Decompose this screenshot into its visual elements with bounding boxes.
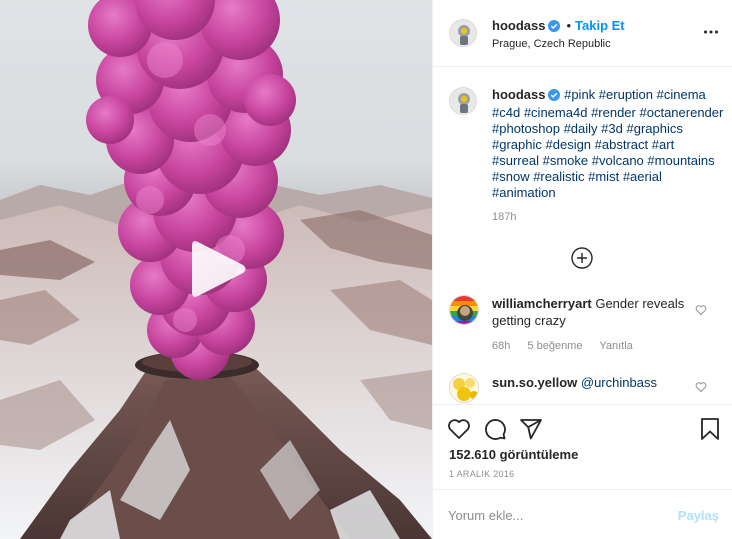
verified-badge-icon (548, 20, 561, 35)
author-username[interactable]: hoodass (492, 18, 545, 33)
heart-icon[interactable] (447, 417, 471, 444)
comment-username[interactable]: sun.so.yellow (492, 375, 577, 390)
hashtag-link[interactable]: #cinema4d (524, 105, 588, 120)
comment-composer: Paylaş (433, 489, 732, 539)
hashtag-link[interactable]: #snow (492, 169, 530, 184)
more-options-icon[interactable] (703, 24, 719, 43)
view-count[interactable]: 152.610 görüntüleme (449, 447, 578, 462)
verified-badge-icon (548, 89, 561, 105)
play-icon[interactable] (190, 238, 248, 300)
hashtag-link[interactable]: #daily (564, 121, 598, 136)
commenter-avatar[interactable] (449, 373, 479, 403)
comment-like-heart-icon[interactable] (695, 304, 707, 319)
comment-meta: 68h 5 beğenme Yanıtla (492, 340, 647, 352)
comment-mention[interactable]: @urchinbass (581, 375, 657, 390)
hashtag-link[interactable]: #art (652, 137, 674, 152)
reply-button[interactable]: Yanıtla (599, 340, 632, 352)
hashtag-link[interactable]: #3d (601, 121, 623, 136)
hashtag-link[interactable]: #animation (492, 185, 556, 200)
comment-time[interactable]: 68h (492, 340, 510, 352)
hashtag-link[interactable]: #volcano (592, 153, 644, 168)
paper-plane-icon[interactable] (519, 417, 543, 444)
comment-like-heart-icon[interactable] (695, 381, 707, 396)
comment-username[interactable]: williamcherryart (492, 296, 592, 311)
hashtag-link[interactable]: #mist (588, 169, 619, 184)
post-caption: hoodass #pink #eruption #cinema #c4d #ci… (492, 87, 724, 201)
author-avatar[interactable] (449, 19, 477, 47)
post-header: hoodass • Takip Et Prague, Czech Republic (433, 0, 732, 67)
commenter-avatar[interactable] (449, 295, 479, 325)
post-comment-button[interactable]: Paylaş (678, 508, 719, 523)
follow-separator: • (566, 18, 572, 33)
hashtag-link[interactable]: #smoke (543, 153, 589, 168)
hashtag-link[interactable]: #photoshop (492, 121, 560, 136)
hashtag-link[interactable]: #render (591, 105, 636, 120)
post-video[interactable] (0, 0, 432, 539)
hashtag-link[interactable]: #graphic (492, 137, 542, 152)
post-details-panel: hoodass • Takip Et Prague, Czech Republic … (432, 0, 732, 539)
comment-input[interactable] (448, 506, 663, 524)
post-date[interactable]: 1 ARALIK 2016 (449, 469, 514, 479)
post-actions (433, 404, 732, 444)
hashtag-link[interactable]: #surreal (492, 153, 539, 168)
hashtag-link[interactable]: #octanerender (640, 105, 724, 120)
hashtag-link[interactable]: #aerial (623, 169, 662, 184)
caption-username[interactable]: hoodass (492, 87, 545, 102)
comments-list[interactable]: hoodass #pink #eruption #cinema #c4d #ci… (433, 68, 732, 404)
bookmark-icon[interactable] (699, 417, 721, 444)
hashtag-link[interactable]: #design (546, 137, 592, 152)
caption-author-avatar[interactable] (449, 87, 477, 115)
hashtag-link[interactable]: #eruption (599, 87, 653, 102)
comment-bubble-icon[interactable] (483, 417, 507, 444)
hashtag-link[interactable]: #pink (564, 87, 595, 102)
follow-button[interactable]: Takip Et (575, 18, 625, 33)
hashtag-link[interactable]: #graphics (627, 121, 683, 136)
comment-item: sun.so.yellow @urchinbass (492, 374, 702, 391)
hashtag-link[interactable]: #mountains (647, 153, 714, 168)
hashtag-link[interactable]: #realistic (533, 169, 584, 184)
hashtag-link[interactable]: #cinema (657, 87, 706, 102)
hashtag-link[interactable]: #c4d (492, 105, 520, 120)
hashtag-link[interactable]: #abstract (595, 137, 648, 152)
caption-hashtags: #pink #eruption #cinema #c4d #cinema4d #… (492, 87, 723, 200)
comment-likes[interactable]: 5 beğenme (527, 340, 582, 352)
comment-item: williamcherryart Gender reveals getting … (492, 295, 702, 329)
post-location[interactable]: Prague, Czech Republic (492, 38, 611, 50)
caption-time: 187h (492, 211, 517, 223)
plus-circle-icon[interactable] (570, 246, 594, 273)
